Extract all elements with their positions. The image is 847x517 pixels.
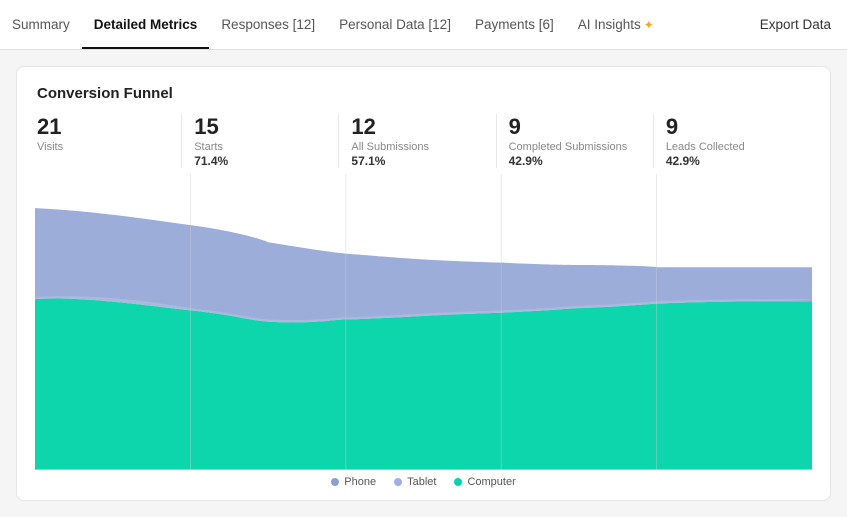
tab-ai-insights[interactable]: AI Insights✦ (566, 0, 666, 49)
tab-responses[interactable]: Responses [12] (209, 0, 327, 49)
metric-visits-label: Visits (37, 141, 169, 153)
tab-payments[interactable]: Payments [6] (463, 0, 566, 49)
legend-computer-label: Computer (467, 476, 515, 488)
legend-phone-dot (331, 478, 339, 486)
metric-completed-label: Completed Submissions (509, 141, 641, 153)
metric-completed-number: 9 (509, 114, 641, 140)
metric-starts: 15 Starts 71.4% (182, 114, 339, 168)
metric-all-submissions: 12 All Submissions 57.1% (339, 114, 496, 168)
conversion-funnel-card: Conversion Funnel 21 Visits 15 Starts 71… (16, 66, 831, 501)
metric-leads-label: Leads Collected (666, 141, 798, 153)
card-title: Conversion Funnel (37, 85, 810, 102)
legend-computer: Computer (454, 476, 515, 488)
funnel-svg (35, 174, 812, 470)
tab-bar: Summary Detailed Metrics Responses [12] … (0, 0, 847, 50)
metric-starts-label: Starts (194, 141, 326, 153)
tab-summary[interactable]: Summary (12, 0, 82, 49)
chart-legend: Phone Tablet Computer (37, 470, 810, 488)
legend-tablet-label: Tablet (407, 476, 436, 488)
legend-tablet-dot (394, 478, 402, 486)
metric-all-submissions-label: All Submissions (351, 141, 483, 153)
metric-starts-pct: 71.4% (194, 154, 326, 168)
metric-all-submissions-number: 12 (351, 114, 483, 140)
metric-leads-number: 9 (666, 114, 798, 140)
main-content: Conversion Funnel 21 Visits 15 Starts 71… (0, 50, 847, 517)
funnel-chart (35, 174, 812, 470)
legend-computer-dot (454, 478, 462, 486)
app-container: Summary Detailed Metrics Responses [12] … (0, 0, 847, 517)
metric-leads-collected: 9 Leads Collected 42.9% (654, 114, 810, 168)
legend-phone-label: Phone (344, 476, 376, 488)
tab-detailed-metrics[interactable]: Detailed Metrics (82, 0, 210, 49)
metric-visits: 21 Visits (37, 114, 182, 168)
metric-completed-submissions: 9 Completed Submissions 42.9% (497, 114, 654, 168)
metric-completed-pct: 42.9% (509, 154, 641, 168)
legend-phone: Phone (331, 476, 376, 488)
export-data-button[interactable]: Export Data (756, 17, 835, 32)
ai-star-icon: ✦ (644, 18, 654, 32)
metric-leads-pct: 42.9% (666, 154, 798, 168)
metric-all-submissions-pct: 57.1% (351, 154, 483, 168)
metrics-row: 21 Visits 15 Starts 71.4% 12 All Submiss… (37, 114, 810, 168)
legend-tablet: Tablet (394, 476, 436, 488)
metric-visits-number: 21 (37, 114, 169, 140)
metric-starts-number: 15 (194, 114, 326, 140)
tab-personal-data[interactable]: Personal Data [12] (327, 0, 463, 49)
